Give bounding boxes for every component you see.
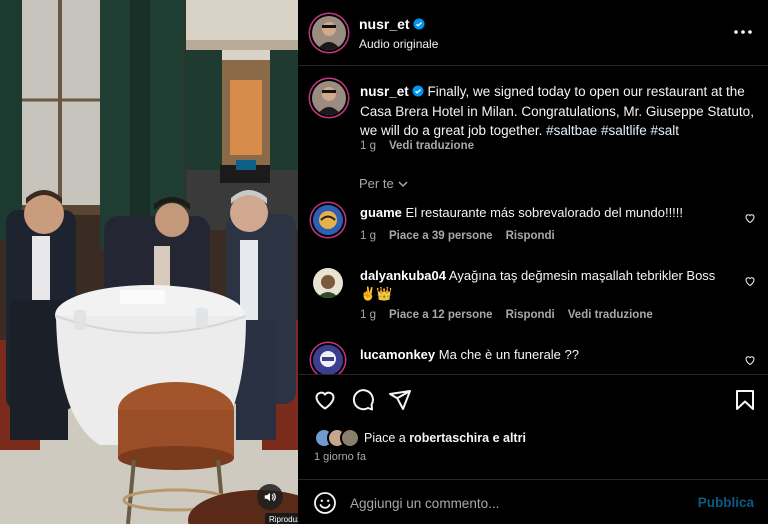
verified-badge-icon xyxy=(413,18,425,30)
paper-plane-icon[interactable] xyxy=(388,388,412,412)
comment-body: guame El restaurante más sobrevalorado d… xyxy=(360,204,740,222)
heart-icon[interactable] xyxy=(744,275,756,287)
post-header: nusr_et Audio originale xyxy=(298,0,768,66)
comment-likes-link[interactable]: Piace a 39 persone xyxy=(389,230,493,242)
comment-avatar[interactable] xyxy=(313,345,343,375)
publish-button[interactable]: Pubblica xyxy=(698,495,754,510)
comment-time: 1 g xyxy=(360,230,376,242)
comment-sort-dropdown[interactable]: Per te xyxy=(359,176,408,191)
emoji-smile-icon[interactable] xyxy=(313,491,337,515)
see-translation-link[interactable]: Vedi traduzione xyxy=(568,309,653,321)
author-username[interactable]: nusr_et xyxy=(359,16,425,32)
speaker-icon xyxy=(264,492,276,502)
caption-meta: 1 g Vedi traduzione xyxy=(360,140,474,152)
more-horizontal-icon[interactable] xyxy=(732,24,754,40)
caption-time: 1 g xyxy=(360,140,376,152)
post-action-bar: Piace a robertaschira e altri 1 giorno f… xyxy=(298,374,768,524)
hashtag-link[interactable]: #saltbae xyxy=(546,123,597,138)
heart-icon[interactable] xyxy=(744,212,756,224)
playback-tooltip: Riproduzione in corso xyxy=(265,513,298,524)
likes-prefix: Piace a xyxy=(364,431,406,445)
comment-avatar[interactable] xyxy=(313,205,343,235)
post-details-panel: nusr_et Audio originale nusr_et Finally,… xyxy=(298,0,768,524)
see-translation-link[interactable]: Vedi traduzione xyxy=(389,140,474,152)
restaurant-photo xyxy=(0,0,298,524)
caption-author-avatar[interactable] xyxy=(312,81,346,115)
comment-time: 1 g xyxy=(360,309,376,321)
comment-text: El restaurante más sobrevalorado del mun… xyxy=(405,205,684,220)
heart-icon[interactable] xyxy=(744,354,756,366)
comment-username[interactable]: lucamonkey xyxy=(360,347,435,362)
sort-label: Per te xyxy=(359,176,394,191)
bookmark-icon[interactable] xyxy=(733,388,757,412)
comment-avatar[interactable] xyxy=(313,268,343,298)
comment-likes-link[interactable]: Piace a 12 persone xyxy=(389,309,493,321)
reply-button[interactable]: Rispondi xyxy=(506,309,555,321)
likes-summary: Piace a robertaschira e altri xyxy=(364,431,526,445)
hashtag-link[interactable]: #saltlife xyxy=(601,123,647,138)
comment-icon[interactable] xyxy=(351,388,375,412)
likes-others-link[interactable]: e altri xyxy=(493,431,526,445)
post-caption: nusr_et Finally, we signed today to open… xyxy=(360,82,756,141)
audio-link[interactable]: Audio originale xyxy=(359,37,438,51)
liker-username-link[interactable]: robertaschira xyxy=(409,431,489,445)
post-media-video[interactable]: Riproduzione in corso xyxy=(0,0,298,524)
comment-meta: 1 g Piace a 12 persone Rispondi Vedi traduz… xyxy=(360,309,653,321)
sound-toggle-button[interactable] xyxy=(257,484,283,510)
caption-username[interactable]: nusr_et xyxy=(360,84,409,99)
post-timestamp[interactable]: 1 giorno fa xyxy=(314,451,366,463)
hashtag-link[interactable]: #salt xyxy=(651,123,680,138)
chevron-down-icon xyxy=(398,176,408,191)
comment-body: lucamonkey Ma che è un funerale ?? xyxy=(360,346,740,364)
comment-meta: 1 g Piace a 39 persone Rispondi xyxy=(360,230,555,242)
heart-icon[interactable] xyxy=(313,388,337,412)
comment-input[interactable] xyxy=(350,493,680,513)
comment-text: Ma che è un funerale ?? xyxy=(438,347,579,362)
comment-composer: Pubblica xyxy=(298,479,768,524)
verified-badge-icon xyxy=(412,85,424,97)
comment-body: dalyankuba04 Ayağına taş değmesin maşall… xyxy=(360,267,720,303)
author-avatar[interactable] xyxy=(312,16,346,50)
reply-button[interactable]: Rispondi xyxy=(506,230,555,242)
comment-username[interactable]: guame xyxy=(360,205,402,220)
liker-avatars[interactable] xyxy=(314,427,364,449)
comment-username[interactable]: dalyankuba04 xyxy=(360,268,446,283)
